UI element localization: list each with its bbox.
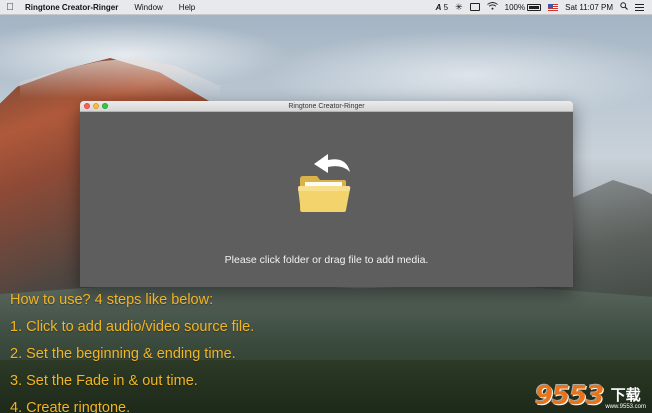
how-to-step-3: 3. Set the Fade in & out time. [10,373,198,389]
window-title: Ringtone Creator-Ringer [288,102,365,110]
battery-status[interactable]: 100% [504,2,542,12]
app-window: Ringtone Creator-Ringer Please click fol… [80,101,573,287]
how-to-step-1: 1. Click to add audio/video source file. [10,319,255,335]
window-titlebar[interactable]: Ringtone Creator-Ringer [80,101,573,112]
battery-icon [527,3,542,11]
curved-arrow-icon [314,154,350,173]
spotlight-icon[interactable] [620,2,628,12]
media-drop-zone[interactable]: Please click folder or drag file to add … [80,112,573,287]
how-to-step-2: 2. Set the beginning & ending time. [10,346,236,362]
bluetooth-icon[interactable]: ✳ [455,2,463,13]
watermark-number: 9553 [534,381,604,411]
add-media-folder-button[interactable] [296,154,354,214]
minimize-button[interactable] [93,103,99,109]
menu-window[interactable]: Window [126,3,170,12]
watermark-url: www.9553.com [605,404,646,410]
watermark-label: 下载 www.9553.com [605,388,646,411]
adobe-status-item[interactable]: A 5 [436,3,448,12]
drop-hint-text: Please click folder or drag file to add … [224,254,429,266]
input-source-flag-icon[interactable] [548,3,559,11]
how-to-instructions: How to use? 4 steps like below: 1. Click… [10,287,254,413]
site-watermark: 9553 下载 www.9553.com [535,381,646,411]
notification-center-icon[interactable] [635,3,644,11]
how-to-heading: How to use? 4 steps like below: [10,292,214,308]
zoom-button[interactable] [102,103,108,109]
apple-icon[interactable]:  [0,0,20,15]
wifi-icon[interactable] [486,2,498,12]
menu-help[interactable]: Help [171,3,203,12]
adobe-count: 5 [443,2,449,12]
adobe-icon: A [435,2,442,12]
menu-bar:  Ringtone Creator-Ringer Window Help A … [0,0,652,15]
close-button[interactable] [84,103,90,109]
how-to-step-4: 4. Create ringtone. [10,400,131,413]
status-area: A 5 ✳ 100% Sat 11:07 PM [436,2,652,13]
battery-percent: 100% [504,2,526,12]
clock[interactable]: Sat 11:07 PM [565,3,613,12]
display-icon[interactable] [469,3,480,11]
menu-app-name[interactable]: Ringtone Creator-Ringer [20,3,126,12]
watermark-chinese: 下载 [610,387,641,404]
